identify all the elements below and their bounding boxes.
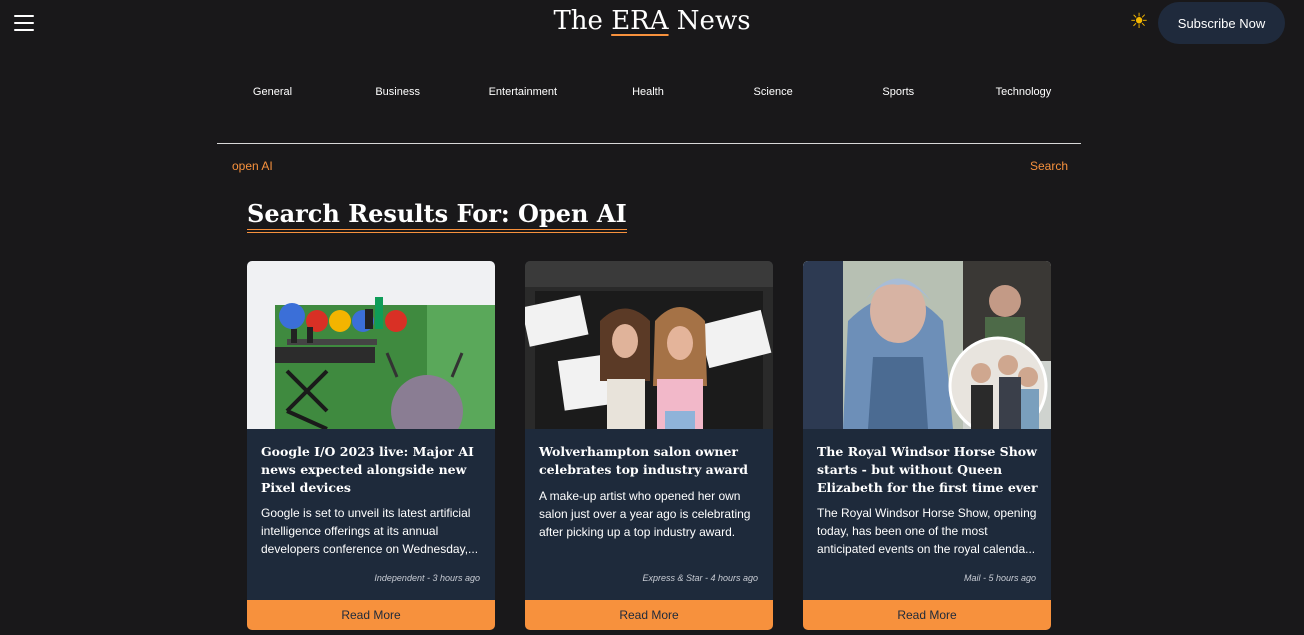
article-description: Google is set to unveil its latest artif… bbox=[261, 506, 479, 556]
article-card: Google I/O 2023 live: Major AI news expe… bbox=[247, 261, 495, 630]
read-more-button[interactable]: Read More bbox=[525, 600, 773, 630]
category-sports[interactable]: Sports bbox=[836, 86, 961, 98]
read-more-button[interactable]: Read More bbox=[803, 600, 1051, 630]
results-title: Search Results For: Open AI bbox=[247, 199, 627, 233]
article-image[interactable] bbox=[803, 261, 1051, 429]
article-title[interactable]: The Royal Windsor Horse Show starts - bu… bbox=[817, 443, 1039, 497]
article-source: Independent - 3 hours ago bbox=[374, 573, 480, 583]
category-science[interactable]: Science bbox=[711, 86, 836, 98]
category-health[interactable]: Health bbox=[585, 86, 710, 98]
sun-icon[interactable]: ☀ bbox=[1128, 11, 1150, 33]
article-title[interactable]: Google I/O 2023 live: Major AI news expe… bbox=[261, 443, 483, 497]
search-query[interactable]: open AI bbox=[232, 159, 273, 173]
site-logo[interactable]: The ERA News bbox=[0, 6, 1304, 36]
article-card: Wolverhampton salon owner celebrates top… bbox=[525, 261, 773, 630]
brand-suffix: News bbox=[668, 6, 751, 36]
brand-accent: ERA bbox=[611, 6, 669, 36]
read-more-button[interactable]: Read More bbox=[247, 600, 495, 630]
article-image[interactable] bbox=[247, 261, 495, 429]
article-image[interactable] bbox=[525, 261, 773, 429]
article-source: Express & Star - 4 hours ago bbox=[642, 573, 758, 583]
category-business[interactable]: Business bbox=[335, 86, 460, 98]
article-card: The Royal Windsor Horse Show starts - bu… bbox=[803, 261, 1051, 630]
category-entertainment[interactable]: Entertainment bbox=[460, 86, 585, 98]
article-source: Mail - 5 hours ago bbox=[963, 573, 1036, 583]
subscribe-button[interactable]: Subscribe Now bbox=[1158, 2, 1285, 44]
category-technology[interactable]: Technology bbox=[961, 86, 1086, 98]
category-nav: General Business Entertainment Health Sc… bbox=[210, 86, 1086, 98]
category-general[interactable]: General bbox=[210, 86, 335, 98]
nav-divider bbox=[217, 143, 1081, 144]
article-title[interactable]: Wolverhampton salon owner celebrates top… bbox=[539, 443, 761, 479]
article-description: The Royal Windsor Horse Show, opening to… bbox=[817, 506, 1037, 556]
article-description: A make-up artist who opened her own salo… bbox=[539, 489, 751, 539]
brand-prefix: The bbox=[553, 6, 612, 36]
search-link[interactable]: Search bbox=[1030, 159, 1068, 173]
